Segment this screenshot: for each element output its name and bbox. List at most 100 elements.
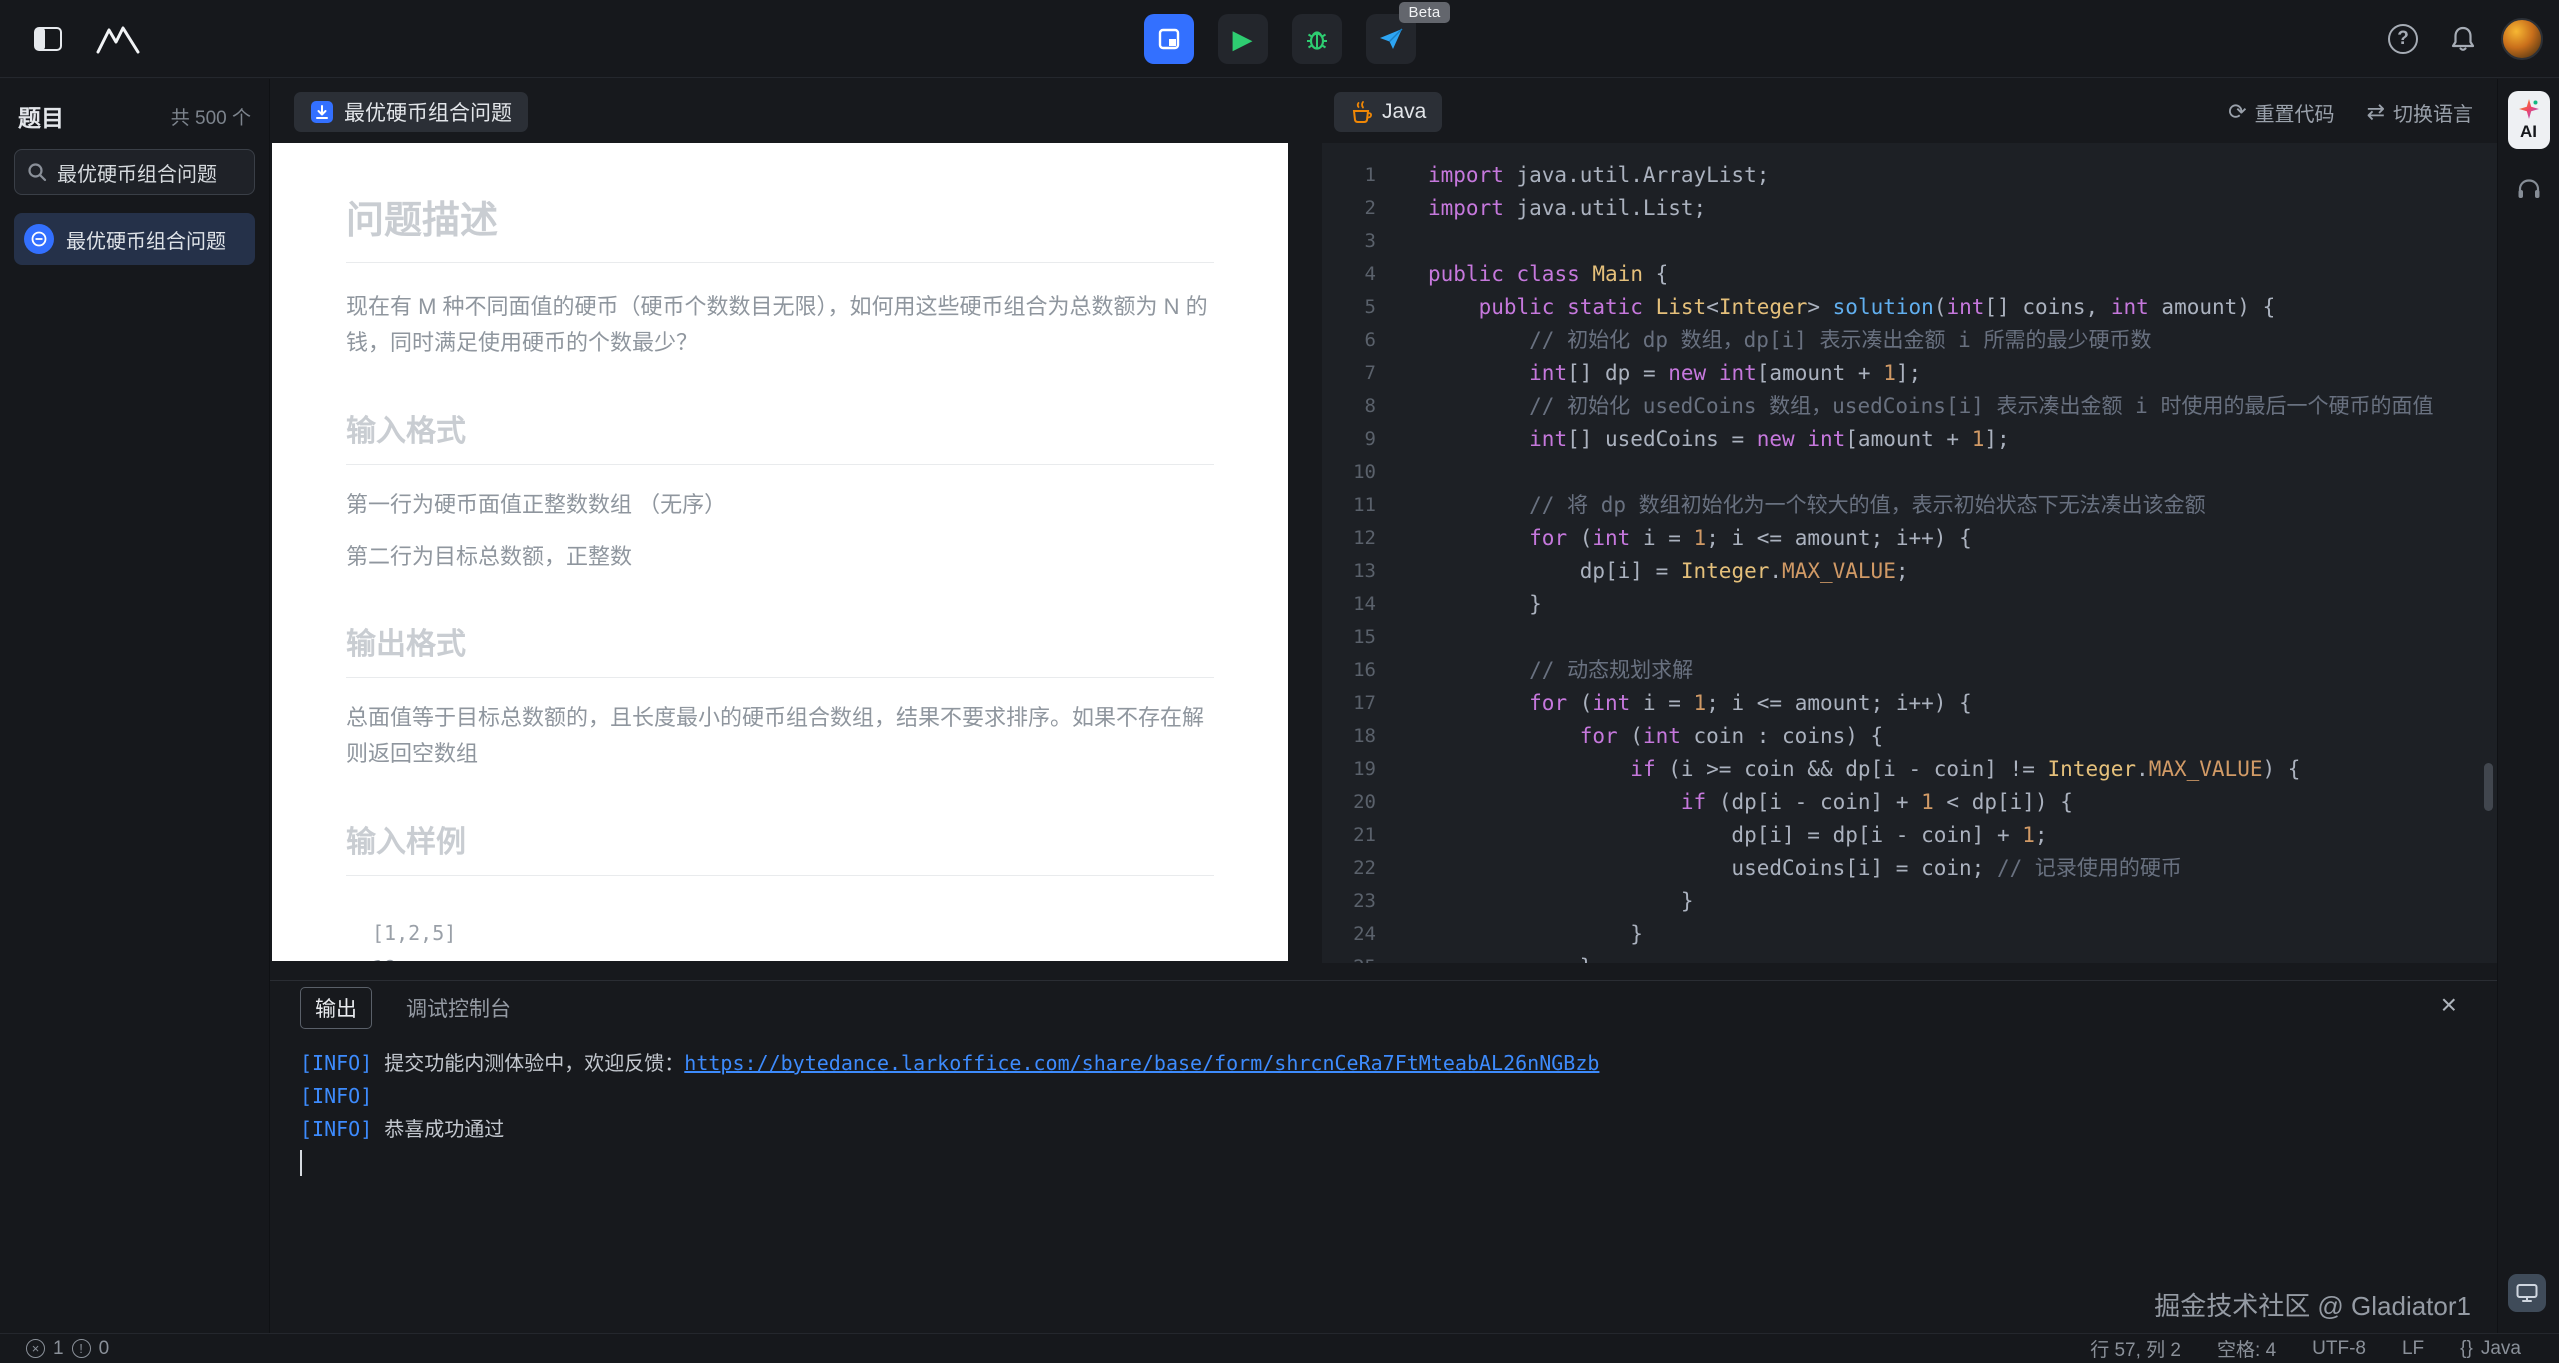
switch-language-label: 切换语言 [2393,98,2473,127]
log-level: [INFO] [300,1051,372,1075]
tab-debug-console[interactable]: 调试控制台 [406,993,511,1023]
code-line: // 初始化 usedCoins 数组，usedCoins[i] 表示凑出金额 … [1428,390,2497,423]
tab-output[interactable]: 输出 [300,987,372,1029]
screen-share-button[interactable] [2508,1274,2546,1312]
log-message: 提交功能内测体验中，欢迎反馈： [372,1051,684,1075]
problem-tab-label: 最优硬币组合问题 [344,97,512,127]
problem-icon [310,100,334,124]
cursor-position[interactable]: 行 57, 列 2 [2090,1335,2181,1362]
line-number: 13 [1322,555,1376,588]
braces-icon: {} [2460,1338,2473,1360]
code-line: dp[i] = dp[i - coin] + 1; [1428,819,2497,852]
reset-code-button[interactable]: ⟳ 重置代码 [2228,98,2334,127]
statusbar: × 1 ! 0 行 57, 列 2 空格: 4 UTF-8 LF {} Java [0,1333,2559,1363]
log-level: [INFO] [300,1084,372,1108]
code-line: import java.util.ArrayList; [1428,159,2497,192]
run-controls: ▶ Beta [1144,0,1416,78]
avatar[interactable] [2501,18,2543,60]
beta-badge: Beta [1399,2,1449,23]
notifications-button[interactable] [2441,17,2485,61]
problem-list-item[interactable]: 最优硬币组合问题 [14,213,255,265]
log-level: [INFO] [300,1117,372,1141]
warning-icon: ! [72,1339,91,1358]
reset-code-label: 重置代码 [2255,98,2335,127]
code-editor[interactable]: 1234567891011121314151617181920212223242… [1322,143,2497,963]
mountain-logo-icon [96,24,140,54]
code-line: } [1428,918,2497,951]
java-icon [1350,100,1372,124]
doc-paragraph: 第一行为硬币面值正整数数组 （无序） [346,487,1214,523]
doc-paragraph: 现在有 M 种不同面值的硬币（硬币个数数目无限），如何用这些硬币组合为总数额为 … [346,289,1214,362]
editor-code[interactable]: import java.util.ArrayList;import java.u… [1402,159,2497,963]
code-line: // 初始化 dp 数组，dp[i] 表示凑出金额 i 所需的最少硬币数 [1428,324,2497,357]
line-number: 15 [1322,621,1376,654]
line-number: 10 [1322,456,1376,489]
code-line: public class Main { [1428,258,2497,291]
play-icon: ▶ [1233,26,1253,52]
line-number: 23 [1322,885,1376,918]
text-caret [300,1150,302,1176]
problem-list: 最优硬币组合问题 [14,213,255,265]
support-icon[interactable] [2512,173,2546,207]
run-button[interactable]: ▶ [1218,14,1268,64]
problem-tab[interactable]: 最优硬币组合问题 [294,92,528,132]
paper-plane-icon [1378,26,1404,52]
code-line: usedCoins[i] = coin; // 记录使用的硬币 [1428,852,2497,885]
search-box[interactable] [14,149,255,195]
line-number: 14 [1322,588,1376,621]
line-number: 4 [1322,258,1376,291]
app-window: ▶ Beta ? [0,0,2559,1363]
line-number: 19 [1322,753,1376,786]
line-number: 9 [1322,423,1376,456]
eol-setting[interactable]: LF [2402,1338,2424,1360]
code-line: } [1428,885,2497,918]
console-cursor-line[interactable] [300,1146,2467,1179]
code-line: // 动态规划求解 [1428,654,2497,687]
help-button[interactable]: ? [2381,17,2425,61]
console-lines: [INFO] 提交功能内测体验中，欢迎反馈：https://bytedance.… [300,1047,2467,1146]
refresh-icon: ⟳ [2228,99,2246,125]
problems-summary[interactable]: × 1 ! 0 [0,1338,109,1360]
close-icon[interactable]: × [2441,991,2457,1019]
code-line [1428,456,2497,489]
search-input[interactable] [57,161,242,184]
line-number: 11 [1322,489,1376,522]
ai-label: AI [2520,122,2537,142]
line-number: 21 [1322,819,1376,852]
language-mode[interactable]: {} Java [2460,1338,2521,1360]
console-line: [INFO] [300,1080,2467,1113]
console-link[interactable]: https://bytedance.larkoffice.com/share/b… [684,1051,1599,1075]
line-number: 16 [1322,654,1376,687]
doc-heading-input-format: 输入格式 [346,406,1214,465]
encoding-setting[interactable]: UTF-8 [2312,1338,2366,1360]
community-watermark: 掘金技术社区 @ Gladiator1 [2154,1286,2471,1323]
language-mode-label: Java [2481,1338,2521,1360]
bell-icon [2450,25,2476,53]
line-number: 25 [1322,951,1376,963]
submit-button[interactable]: Beta [1366,14,1416,64]
debug-button[interactable] [1292,14,1342,64]
sidebar-toggle-button[interactable] [26,17,70,61]
editor-layout-button[interactable] [1144,14,1194,64]
problems-sidebar: 题目 共 500 个 最优硬币组合问题 [0,79,270,1333]
sample-input-code: [1,2,5] 18 [346,916,1214,961]
line-number: 8 [1322,390,1376,423]
console-body: [INFO] 提交功能内测体验中，欢迎反馈：https://bytedance.… [270,1035,2497,1191]
indentation-setting[interactable]: 空格: 4 [2217,1335,2276,1362]
error-count: 1 [53,1338,64,1360]
search-icon [27,162,47,182]
problem-item-label: 最优硬币组合问题 [66,225,226,254]
editor-gutter: 1234567891011121314151617181920212223242… [1322,159,1402,963]
warning-count: 0 [99,1338,110,1360]
code-line: for (int coin : coins) { [1428,720,2497,753]
topbar-right: ? [2381,0,2543,78]
line-number: 6 [1322,324,1376,357]
ai-assistant-button[interactable]: AI [2508,91,2550,149]
app-logo[interactable] [96,17,140,61]
editor-scrollbar-thumb[interactable] [2484,763,2493,811]
doc-paragraph: 第二行为目标总数额，正整数 [346,539,1214,575]
language-tab-label: Java [1382,100,1426,124]
language-tab[interactable]: Java [1334,92,1442,132]
code-line: int[] usedCoins = new int[amount + 1]; [1428,423,2497,456]
switch-language-button[interactable]: ⇄ 切换语言 [2367,98,2473,127]
